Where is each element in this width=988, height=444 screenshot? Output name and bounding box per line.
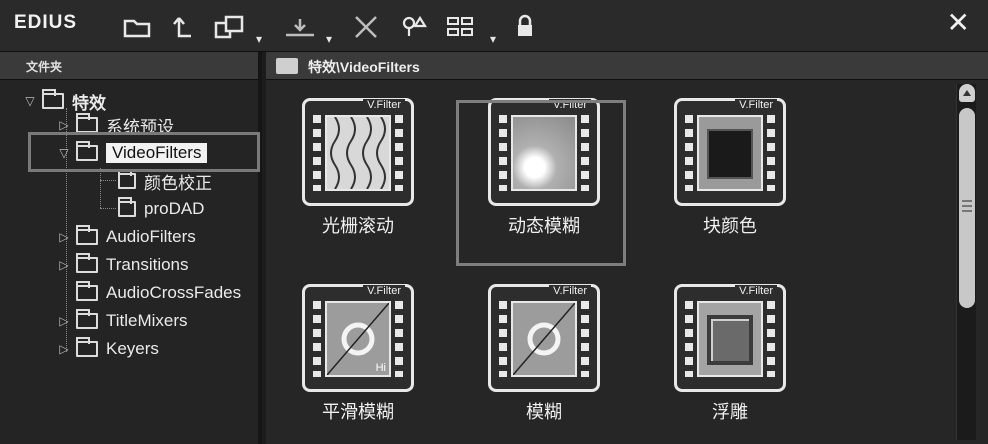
effect-label: 光栅滚动 [322,216,394,237]
block-color-swatch [707,129,753,179]
filter-folder-icon [118,197,136,217]
tree-item-titlemixers[interactable]: ▷ TitleMixers [58,308,188,334]
effect-tile[interactable]: V.Filter Hi 平滑模糊 [276,276,436,426]
tree-selection-highlight [28,132,260,172]
tree-item-root[interactable]: ▽ 特效 [24,88,106,114]
film-strip-icon [685,301,693,377]
film-strip-icon [767,301,775,377]
grip-icon [962,200,972,214]
tree-item-label: proDAD [144,199,205,218]
collapse-arrow-icon[interactable]: ▷ [58,230,70,244]
film-strip-icon [767,115,775,191]
effect-label: 浮雕 [712,402,748,423]
effect-thumbnail-card: V.Filter [674,98,786,206]
tree-item-keyers[interactable]: ▷ Keyers [58,336,159,362]
vfilter-tag: V.Filter [549,285,591,297]
effect-tile[interactable]: V.Filter 块颜色 [648,90,808,240]
folder-icon [76,225,98,245]
film-strip-icon [499,301,507,377]
close-button[interactable]: ✕ [947,6,970,39]
effect-thumbnail-card: V.Filter [488,284,600,392]
view-toggle-icon[interactable] [442,10,482,44]
film-strip-icon [395,301,403,377]
smooth-blur-thumbnail: Hi [325,301,391,377]
new-folder-icon[interactable] [120,10,154,44]
import-icon[interactable] [280,10,320,44]
dropdown-chevron-icon[interactable]: ▾ [252,22,266,56]
properties-icon[interactable] [398,10,432,44]
effect-thumbnail-card: V.Filter [302,98,414,206]
effect-label: 模糊 [526,402,562,423]
tree-connector [100,168,101,208]
collapse-arrow-icon[interactable]: ▷ [58,258,70,272]
dropdown-chevron-icon[interactable]: ▾ [322,22,336,56]
effects-grid: V.Filter 光栅滚动 V.Filter 动态模糊 V.Filter 块颜色… [266,80,952,444]
effect-tile[interactable]: V.Filter 模糊 [462,276,622,426]
tree-item-label: AudioFilters [106,227,196,246]
hi-badge: Hi [375,362,386,374]
film-strip-icon [685,115,693,191]
keyer-icon [76,337,98,357]
folder-pane: 文件夹 ▽ 特效 ▷ 系统预设 ▽ VideoFilters 颜色校正 proD… [0,52,262,444]
blur-thumbnail [511,301,577,377]
waves-thumbnail [325,115,391,191]
film-strip-icon [313,115,321,191]
effect-thumbnail-card: V.Filter Hi [302,284,414,392]
tree-item-label: AudioCrossFades [106,283,242,302]
vfilter-tag: V.Filter [735,99,777,111]
tree-item-audiofilters[interactable]: ▷ AudioFilters [58,224,196,250]
folder-pane-header: 文件夹 [0,52,258,80]
expand-arrow-icon[interactable]: ▽ [24,94,36,108]
title-bar: EDIUS ▾ ▾ ▾ ✕ [0,0,988,52]
dropdown-chevron-icon[interactable]: ▾ [486,22,500,56]
film-strip-icon [581,301,589,377]
vfilter-tag: V.Filter [363,285,405,297]
vfilter-tag: V.Filter [735,285,777,297]
effect-label: 平滑模糊 [322,402,394,423]
effect-tile[interactable]: V.Filter 浮雕 [648,276,808,426]
tree-item-audiocrossfades[interactable]: AudioCrossFades [76,280,241,306]
folder-icon [76,253,98,273]
emboss-thumbnail [697,301,763,377]
tree-item-label: 特效 [72,93,106,113]
collapse-arrow-icon[interactable]: ▷ [58,314,70,328]
tree-item-label: TitleMixers [106,311,188,330]
block-color-thumbnail [697,115,763,191]
folder-pane-title: 文件夹 [26,60,63,74]
selected-tile-highlight [456,100,626,266]
title-icon [76,309,98,329]
folder-open-icon [42,89,64,109]
up-folder-icon[interactable] [168,10,198,44]
effect-thumbnail-card: V.Filter [674,284,786,392]
app-title: EDIUS [14,12,78,33]
folder-icon [76,281,98,301]
copy-icon[interactable] [210,10,250,44]
lock-icon[interactable] [512,10,538,44]
collapse-arrow-icon[interactable]: ▷ [58,342,70,356]
tree-item-label: Keyers [106,339,159,358]
tree-item-prodad[interactable]: proDAD [118,196,204,222]
effect-label: 块颜色 [703,216,757,237]
collapse-arrow-icon[interactable]: ▷ [58,118,70,132]
filter-folder-icon [118,169,136,189]
vertical-scrollbar[interactable] [956,84,976,440]
folder-icon [76,113,98,133]
content-pane: 特效\VideoFilters V.Filter 光栅滚动 V.Filter 动… [266,52,988,444]
delete-icon[interactable] [348,10,384,44]
effect-tile[interactable]: V.Filter 光栅滚动 [276,90,436,240]
scroll-up-button[interactable] [959,84,975,102]
breadcrumb: 特效\VideoFilters [308,59,420,75]
tree-item-label: Transitions [106,255,189,274]
vfilter-tag: V.Filter [363,99,405,111]
tree-connector [100,180,116,181]
content-header: 特效\VideoFilters [266,52,988,80]
tree-item-transitions[interactable]: ▷ Transitions [58,252,189,278]
film-strip-icon [313,301,321,377]
tree-connector [100,208,116,209]
film-strip-icon [395,115,403,191]
emboss-swatch [707,315,753,365]
tree-item-label: 颜色校正 [144,173,212,193]
folder-icon [276,58,298,74]
scroll-thumb[interactable] [959,108,975,308]
